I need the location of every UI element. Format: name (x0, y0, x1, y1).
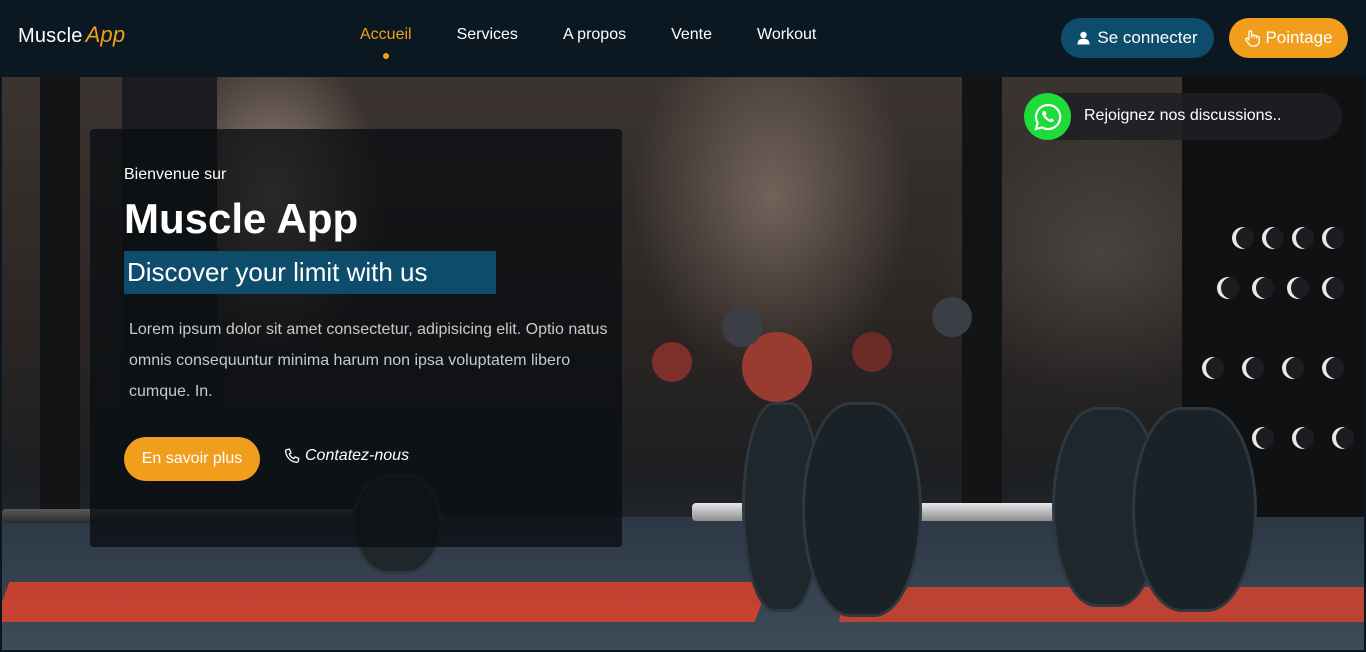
hand-pointer-icon (1245, 29, 1261, 47)
whatsapp-icon (1024, 93, 1071, 140)
nav-a-propos[interactable]: A propos (563, 26, 626, 44)
contact-link[interactable]: Contatez-nous (284, 447, 409, 465)
whatsapp-label: Rejoignez nos discussions.. (1084, 107, 1282, 124)
hero-description: Lorem ipsum dolor sit amet consectetur, … (129, 321, 608, 400)
pointage-label: Pointage (1265, 28, 1333, 47)
login-label: Se connecter (1097, 28, 1198, 47)
learn-more-button[interactable]: En savoir plus (124, 437, 260, 481)
whatsapp-chat-button[interactable]: Rejoignez nos discussions.. (1024, 93, 1342, 140)
hero-title: Muscle App (124, 195, 359, 242)
nav-workout[interactable]: Workout (757, 26, 816, 44)
brand-logo[interactable]: Muscle App (18, 22, 125, 48)
brand-accent-text: App (85, 22, 126, 47)
nav-vente[interactable]: Vente (671, 26, 712, 44)
contact-label: Contatez-nous (305, 447, 410, 464)
main-nav: Accueil Services A propos Vente Workout (360, 26, 861, 59)
phone-icon (284, 448, 300, 463)
welcome-text: Bienvenue sur (124, 166, 227, 183)
hero-tagline: Discover your limit with us (124, 251, 496, 294)
user-icon (1077, 31, 1090, 45)
top-header: Muscle App Accueil Services A propos Vent… (0, 0, 1366, 76)
nav-accueil[interactable]: Accueil (360, 26, 412, 59)
nav-services[interactable]: Services (457, 26, 518, 44)
brand-main-text: Muscle (18, 25, 83, 47)
pointage-button[interactable]: Pointage (1229, 18, 1348, 58)
login-button[interactable]: Se connecter (1061, 18, 1214, 58)
